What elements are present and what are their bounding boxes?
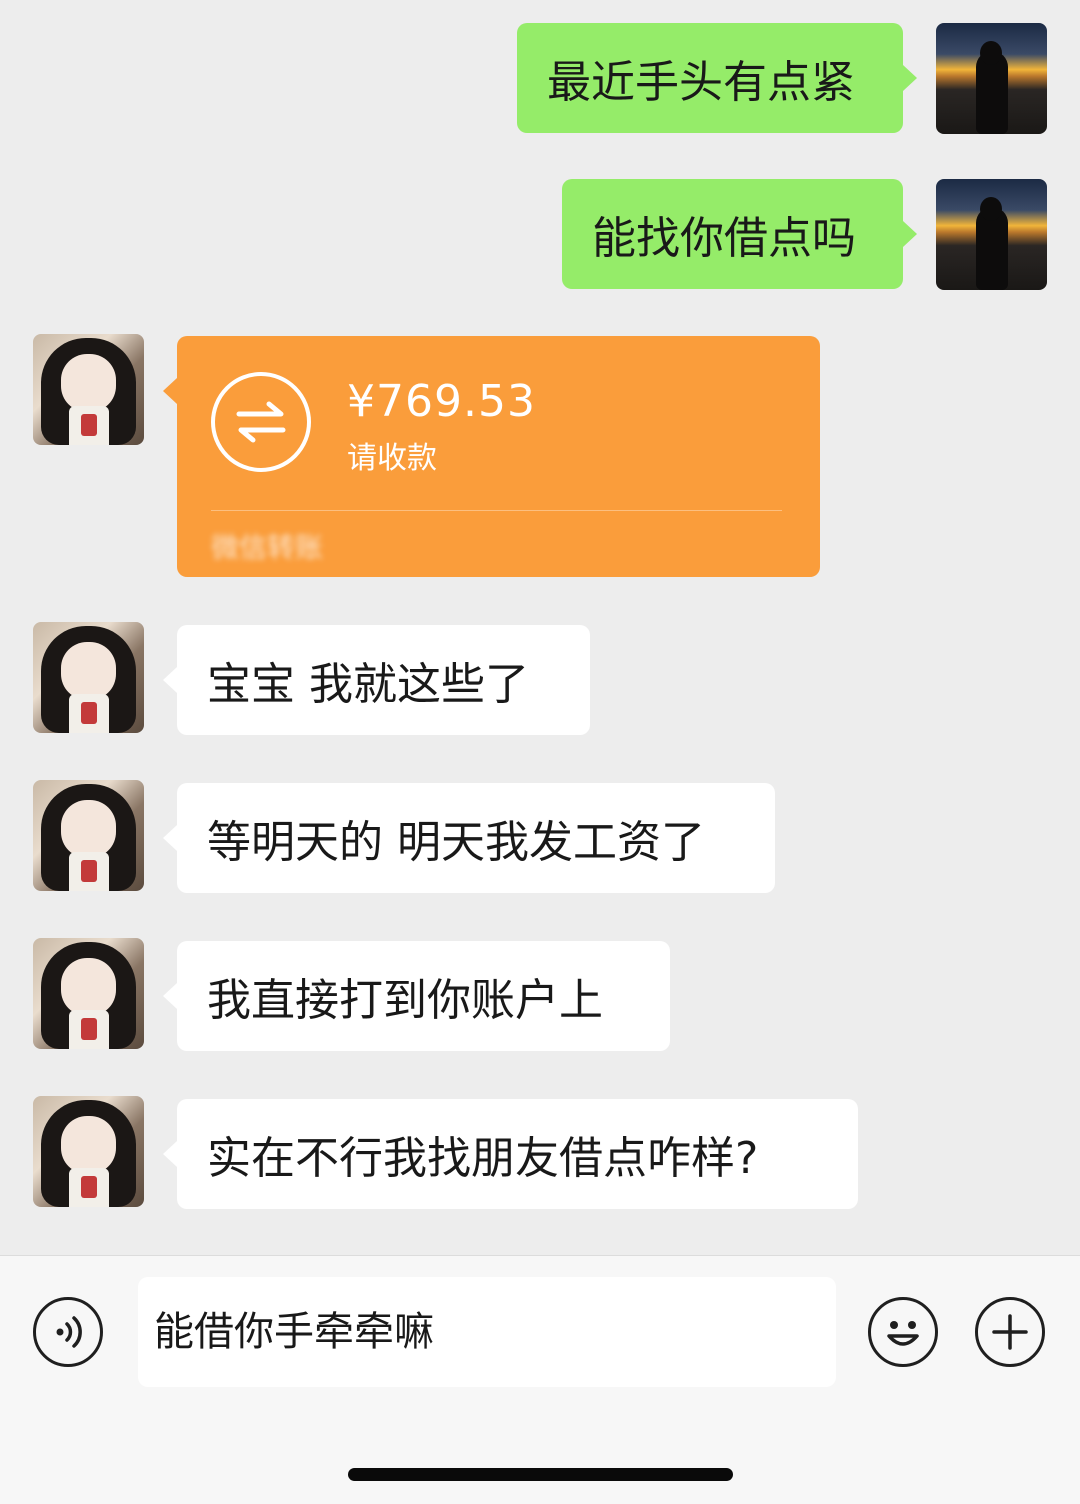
transfer-card[interactable]: ¥769.53 请收款 微信转账	[163, 336, 820, 577]
message-text: 等明天的 明天我发工资了	[207, 817, 705, 868]
contact-avatar[interactable]	[33, 622, 144, 733]
message-bubble[interactable]: 最近手头有点紧	[517, 23, 917, 133]
voice-icon[interactable]	[33, 1297, 103, 1367]
input-bar: 能借你手牵牵嘛	[0, 1255, 1080, 1504]
transfer-footer: 微信转账	[211, 531, 324, 564]
message-text: 我直接打到你账户上	[207, 975, 603, 1026]
self-avatar[interactable]	[936, 179, 1047, 290]
message-bubble[interactable]: 等明天的 明天我发工资了	[163, 783, 775, 893]
plus-icon[interactable]	[975, 1297, 1045, 1367]
divider	[211, 510, 782, 511]
self-avatar[interactable]	[936, 23, 1047, 134]
contact-avatar[interactable]	[33, 1096, 144, 1207]
message-input[interactable]: 能借你手牵牵嘛	[138, 1277, 836, 1387]
transfer-icon	[211, 372, 311, 472]
message-bubble[interactable]: 宝宝 我就这些了	[163, 625, 590, 735]
home-indicator	[348, 1468, 733, 1481]
transfer-label: 请收款	[347, 441, 437, 476]
message-text: 宝宝 我就这些了	[207, 659, 529, 710]
message-text: 能找你借点吗	[592, 213, 856, 264]
contact-avatar[interactable]	[33, 938, 144, 1049]
transfer-amount: ¥769.53	[347, 376, 536, 427]
message-input-value: 能借你手牵牵嘛	[154, 1309, 434, 1355]
message-bubble[interactable]: 我直接打到你账户上	[163, 941, 670, 1051]
contact-avatar[interactable]	[33, 334, 144, 445]
emoji-icon[interactable]	[868, 1297, 938, 1367]
message-bubble[interactable]: 实在不行我找朋友借点咋样?	[163, 1099, 858, 1209]
message-text: 最近手头有点紧	[547, 57, 855, 108]
message-bubble[interactable]: 能找你借点吗	[562, 179, 917, 289]
contact-avatar[interactable]	[33, 780, 144, 891]
message-text: 实在不行我找朋友借点咋样?	[207, 1133, 759, 1184]
